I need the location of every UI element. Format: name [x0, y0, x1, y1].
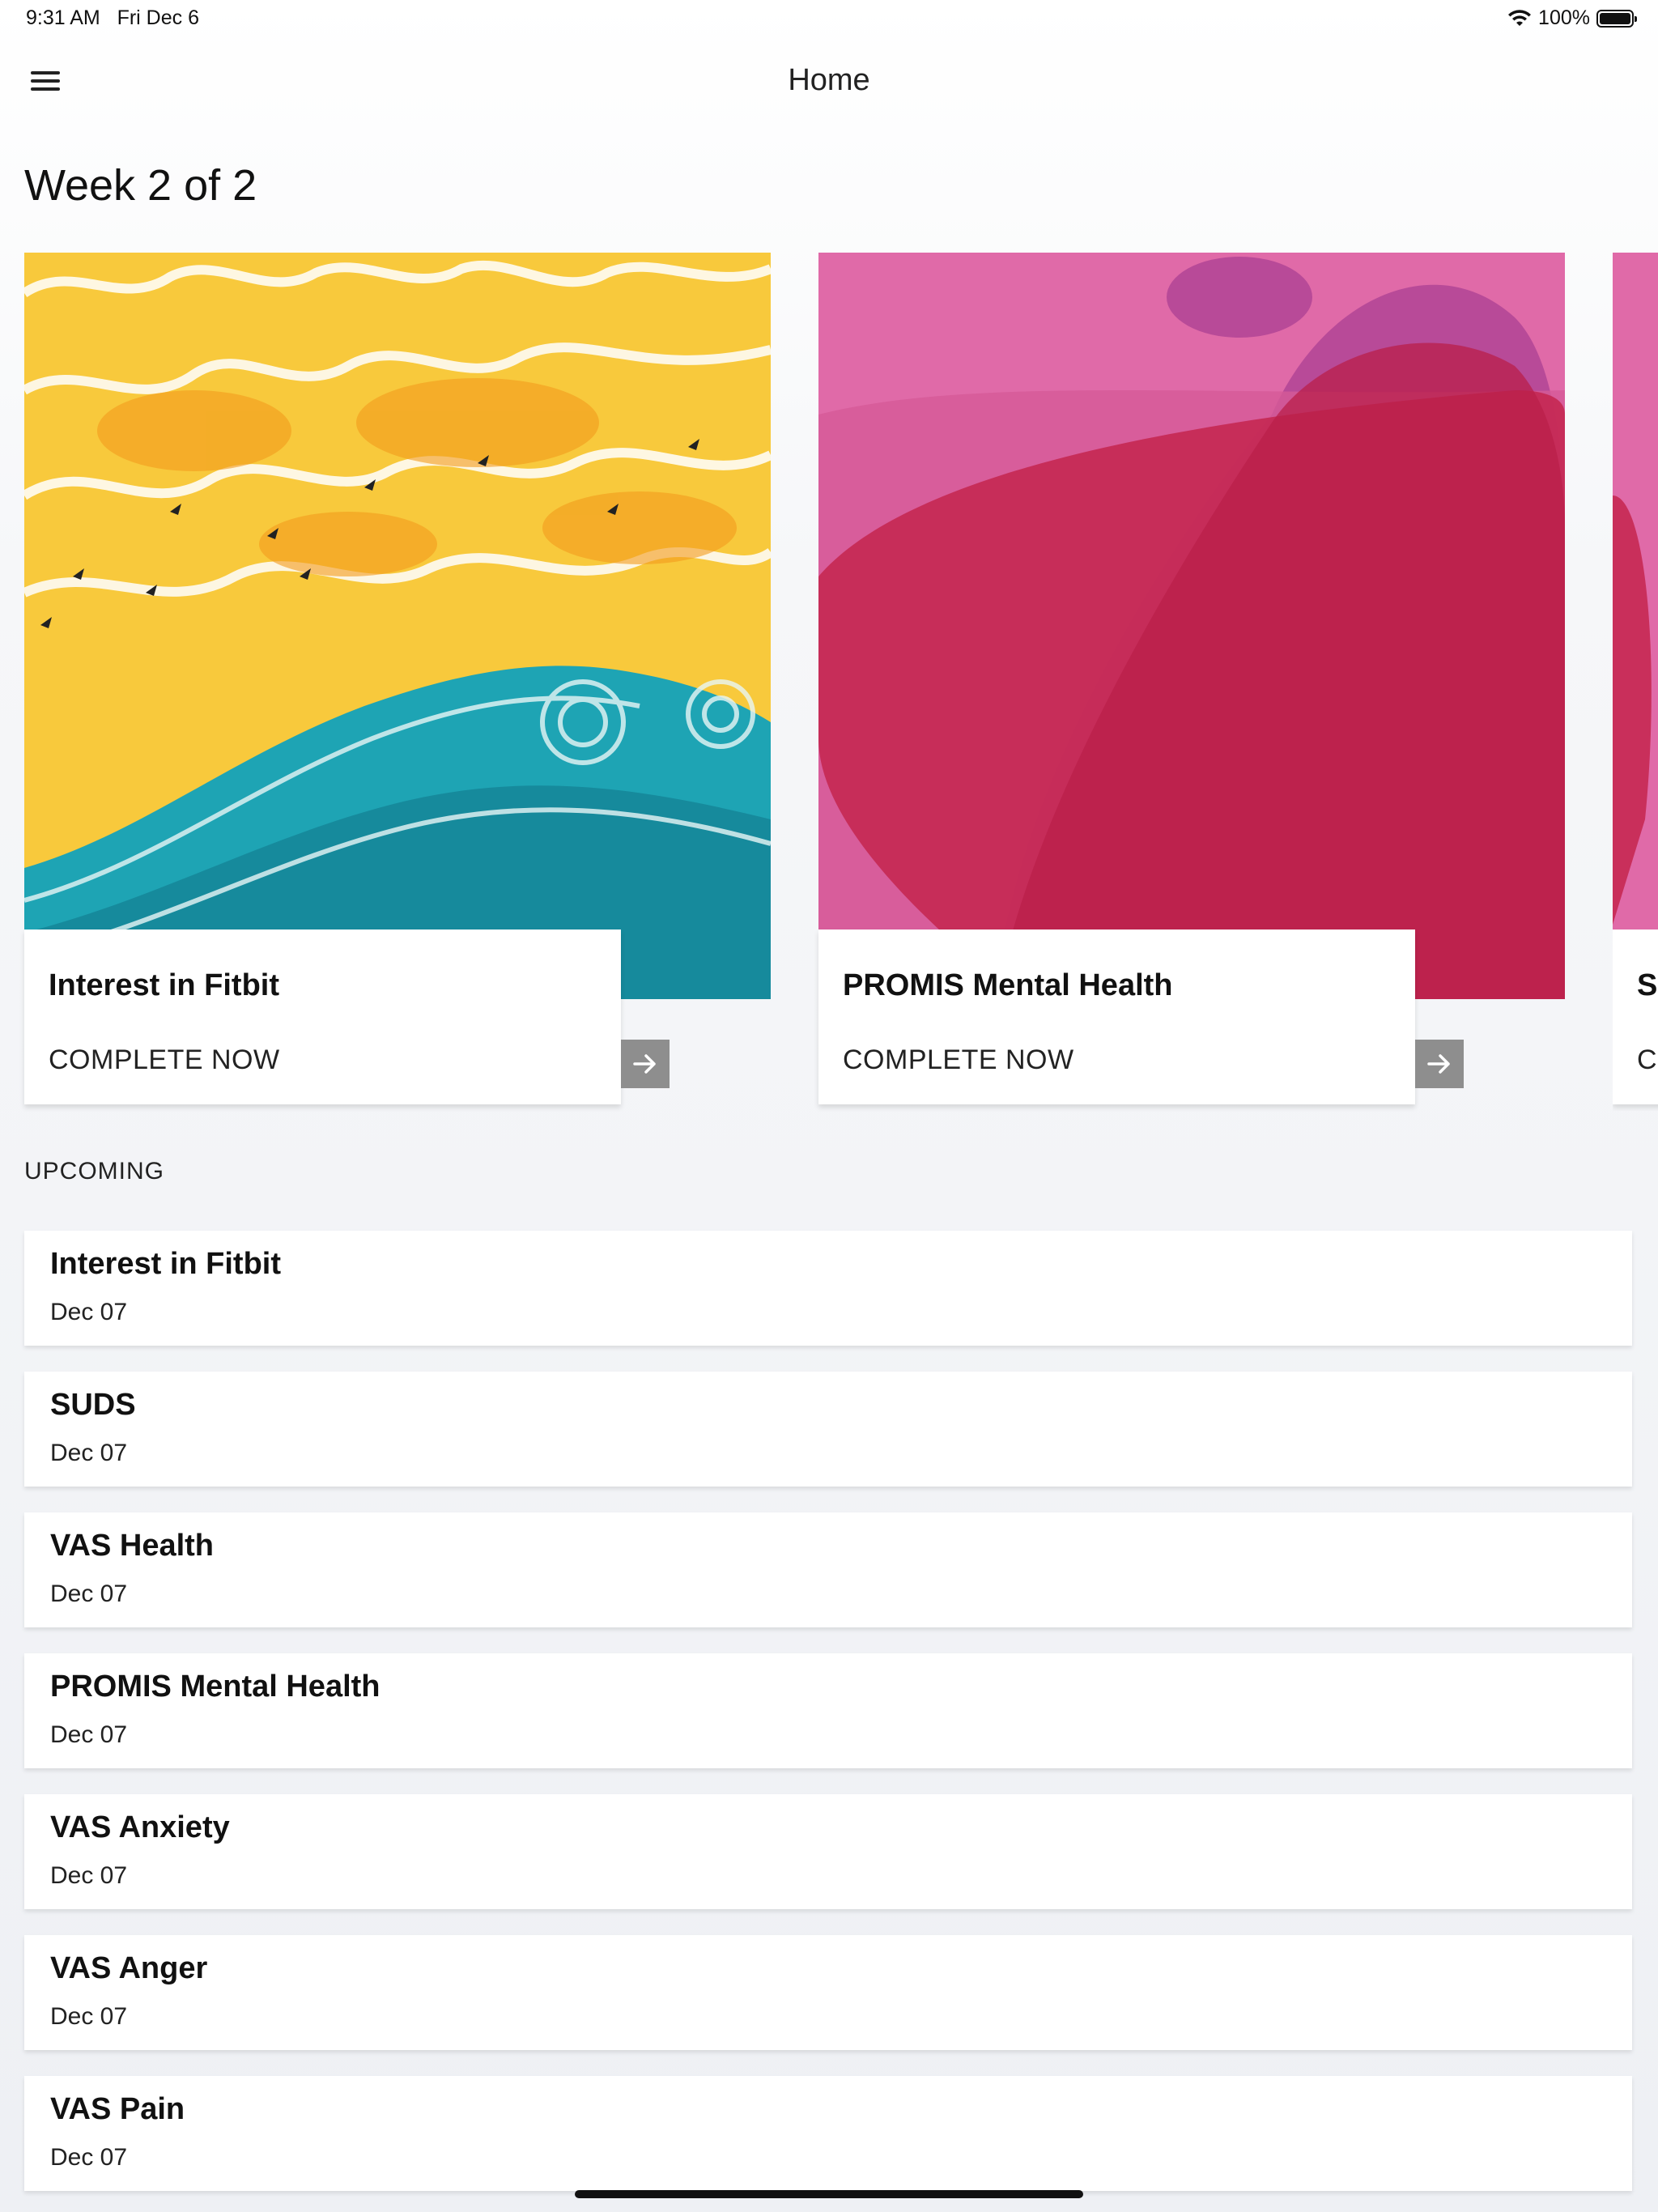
list-item[interactable]: SUDS Dec 07 — [24, 1372, 1632, 1487]
list-item[interactable]: VAS Anxiety Dec 07 — [24, 1794, 1632, 1909]
home-indicator[interactable] — [575, 2190, 1083, 2198]
list-item[interactable]: VAS Pain Dec 07 — [24, 2076, 1632, 2191]
list-item[interactable]: PROMIS Mental Health Dec 07 — [24, 1653, 1632, 1768]
page-title: Home — [788, 63, 870, 97]
card-info-panel: PROMIS Mental Health COMPLETE NOW — [818, 929, 1415, 1104]
item-date: Dec 07 — [50, 1299, 128, 1325]
complete-now-link[interactable]: COMPLETE NOW — [1637, 1044, 1658, 1076]
battery-icon — [1596, 9, 1637, 28]
card-title: PROMIS Mental Health — [843, 968, 1173, 1002]
status-time: 9:31 AM Fri Dec 6 — [26, 6, 199, 30]
item-title: PROMIS Mental Health — [50, 1670, 380, 1704]
card-artwork-abstract — [818, 253, 1565, 999]
complete-now-link[interactable]: COMPLETE NOW — [843, 1044, 1074, 1076]
list-item[interactable]: VAS Anger Dec 07 — [24, 1935, 1632, 2050]
status-time-text: 9:31 AM — [26, 6, 100, 29]
status-bar: 9:31 AM Fri Dec 6 100% — [0, 0, 1658, 39]
arrow-right-icon[interactable] — [621, 1040, 670, 1088]
battery-percent: 100% — [1538, 6, 1590, 29]
item-date: Dec 07 — [50, 1721, 128, 1748]
list-item[interactable]: Interest in Fitbit Dec 07 — [24, 1231, 1632, 1346]
wifi-icon — [1508, 9, 1532, 26]
card-artwork-abstract — [1613, 253, 1658, 999]
item-title: VAS Anxiety — [50, 1810, 230, 1844]
card-title: SUDS — [1637, 968, 1658, 1002]
status-date-text: Fri Dec 6 — [117, 6, 199, 29]
activity-card-3-clip: SUDS COMPLETE NOW — [1613, 253, 1658, 1111]
complete-now-link[interactable]: COMPLETE NOW — [49, 1044, 280, 1076]
card-info-panel: Interest in Fitbit COMPLETE NOW — [24, 929, 621, 1104]
activity-card-3[interactable]: SUDS COMPLETE NOW — [1613, 929, 1658, 1104]
item-date: Dec 07 — [50, 2003, 128, 2030]
status-indicators: 100% — [1507, 6, 1637, 30]
item-date: Dec 07 — [50, 2144, 128, 2171]
upcoming-section-label: UPCOMING — [24, 1158, 164, 1185]
item-title: Interest in Fitbit — [50, 1247, 281, 1281]
item-date: Dec 07 — [50, 1440, 128, 1466]
item-title: VAS Health — [50, 1529, 215, 1563]
item-title: VAS Pain — [50, 2092, 185, 2126]
card-title: Interest in Fitbit — [49, 968, 279, 1002]
item-title: VAS Anger — [50, 1951, 208, 1985]
item-title: SUDS — [50, 1388, 136, 1422]
item-date: Dec 07 — [50, 1580, 128, 1607]
list-item[interactable]: VAS Health Dec 07 — [24, 1512, 1632, 1627]
card-artwork-sea — [24, 253, 771, 999]
arrow-right-icon[interactable] — [1415, 1040, 1464, 1088]
week-title: Week 2 of 2 — [24, 161, 257, 210]
item-date: Dec 07 — [50, 1862, 128, 1889]
navigation-bar: Home — [0, 40, 1658, 125]
